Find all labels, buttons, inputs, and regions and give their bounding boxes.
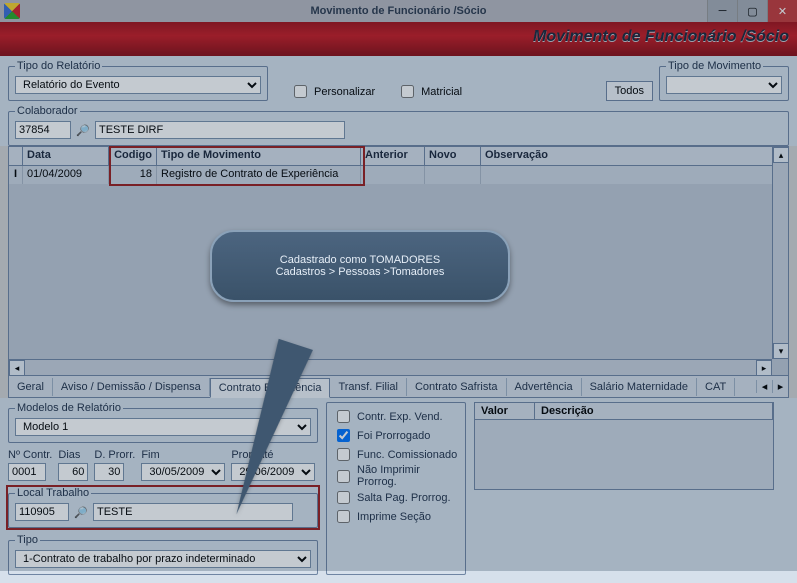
title-bar: Movimento de Funcionário /Sócio ─ ▢ ✕ — [0, 0, 797, 22]
minimize-button[interactable]: ─ — [707, 0, 737, 22]
col-data[interactable]: Data — [23, 147, 109, 165]
salta-pag-prorrog-label: Salta Pag. Prorrog. — [357, 492, 451, 504]
contr-exp-vend-label: Contr. Exp. Vend. — [357, 411, 443, 423]
scroll-right-icon[interactable]: ▸ — [756, 360, 772, 376]
modelos-relatorio-label: Modelos de Relatório — [15, 402, 123, 414]
tab-cat[interactable]: CAT — [697, 378, 735, 396]
col-obs[interactable]: Observação — [481, 147, 788, 165]
matricial-checkbox[interactable] — [401, 85, 414, 98]
tipo-contrato-label: Tipo — [15, 534, 40, 546]
tab-transf-filial[interactable]: Transf. Filial — [330, 378, 407, 396]
func-comissionado-label: Func. Comissionado — [357, 449, 457, 461]
scroll-up-icon[interactable]: ▴ — [773, 147, 789, 163]
callout-bubble: Cadastrado como TOMADORES Cadastros > Pe… — [210, 230, 510, 302]
tab-salario-maternidade[interactable]: Salário Maternidade — [582, 378, 697, 396]
header-subtitle: Movimento de Funcionário /Sócio — [533, 28, 789, 46]
col-novo[interactable]: Novo — [425, 147, 481, 165]
local-trabalho-name-input[interactable] — [93, 503, 293, 521]
dprorr-label: D. Prorr. — [94, 449, 135, 461]
col-descricao[interactable]: Descrição — [535, 403, 773, 419]
cell-obs — [481, 166, 788, 184]
col-tipomov[interactable]: Tipo de Movimento — [157, 147, 361, 165]
tipo-relatorio-select[interactable]: Relatório do Evento — [15, 76, 261, 94]
col-anterior[interactable]: Anterior — [361, 147, 425, 165]
fim-label: Fim — [141, 449, 225, 461]
imprime-secao-label: Imprime Seção — [357, 511, 431, 523]
col-valor[interactable]: Valor — [475, 403, 535, 419]
func-comissionado-checkbox[interactable] — [337, 448, 350, 461]
colaborador-code-input[interactable] — [15, 121, 71, 139]
close-button[interactable]: ✕ — [767, 0, 797, 22]
cell-codigo: 18 — [109, 166, 157, 184]
horizontal-scrollbar[interactable]: ◂ ▸ — [9, 359, 772, 375]
cell-anterior — [361, 166, 425, 184]
contr-exp-vend-checkbox[interactable] — [337, 410, 350, 423]
dias-input[interactable] — [58, 463, 88, 481]
header-band: Movimento de Funcionário /Sócio — [0, 22, 797, 56]
table-row[interactable]: I 01/04/2009 18 Registro de Contrato de … — [9, 166, 788, 184]
row-marker-header — [9, 147, 23, 165]
fim-select[interactable]: 30/05/2009 — [141, 463, 225, 481]
cell-data: 01/04/2009 — [23, 166, 109, 184]
local-trabalho-label: Local Trabalho — [15, 487, 91, 499]
n-contr-input[interactable] — [8, 463, 46, 481]
search-icon[interactable] — [75, 122, 91, 138]
scroll-down-icon[interactable]: ▾ — [773, 343, 789, 359]
valor-descricao-grid: Valor Descrição — [474, 402, 774, 490]
matricial-label: Matricial — [421, 86, 462, 98]
foi-prorrogado-label: Foi Prorrogado — [357, 430, 430, 442]
tab-aviso[interactable]: Aviso / Demissão / Dispensa — [53, 378, 210, 396]
cell-tipomov: Registro de Contrato de Experiência — [157, 166, 361, 184]
tab-geral[interactable]: Geral — [9, 378, 53, 396]
app-icon — [4, 3, 20, 19]
dprorr-input[interactable] — [94, 463, 124, 481]
todos-button[interactable]: Todos — [606, 81, 653, 101]
vertical-scrollbar[interactable]: ▴ ▾ — [772, 147, 788, 359]
tab-contrato-safrista[interactable]: Contrato Safrista — [407, 378, 507, 396]
tipo-relatorio-label: Tipo do Relatório — [15, 60, 102, 72]
n-contr-label: Nº Contr. — [8, 449, 52, 461]
salta-pag-prorrog-checkbox[interactable] — [337, 491, 350, 504]
callout-line1: Cadastrado como TOMADORES — [230, 254, 490, 266]
row-marker: I — [9, 166, 23, 184]
window-title: Movimento de Funcionário /Sócio — [310, 5, 486, 17]
dias-label: Dias — [58, 449, 88, 461]
colaborador-label: Colaborador — [15, 105, 80, 117]
tipo-movimento-select[interactable] — [666, 76, 782, 94]
scroll-left-icon[interactable]: ◂ — [9, 360, 25, 376]
tipo-contrato-select[interactable]: 1-Contrato de trabalho por prazo indeter… — [15, 550, 311, 568]
personalizar-checkbox[interactable] — [294, 85, 307, 98]
foi-prorrogado-checkbox[interactable] — [337, 429, 350, 442]
nao-imprimir-prorrog-label: Não Imprimir Prorrog. — [357, 464, 459, 488]
local-trabalho-code-input[interactable] — [15, 503, 69, 521]
maximize-button[interactable]: ▢ — [737, 0, 767, 22]
tab-bar: Geral Aviso / Demissão / Dispensa Contra… — [8, 376, 789, 398]
tab-scroll-left-icon[interactable]: ◂ — [756, 380, 772, 393]
imprime-secao-checkbox[interactable] — [337, 510, 350, 523]
cell-novo — [425, 166, 481, 184]
tab-advertencia[interactable]: Advertência — [507, 378, 582, 396]
col-codigo[interactable]: Codigo — [109, 147, 157, 165]
search-icon[interactable] — [73, 504, 89, 520]
tipo-movimento-label: Tipo de Movimento — [666, 60, 763, 72]
tab-scroll-right-icon[interactable]: ▸ — [772, 380, 788, 393]
nao-imprimir-prorrog-checkbox[interactable] — [337, 470, 350, 483]
callout-line2: Cadastros > Pessoas >Tomadores — [230, 266, 490, 278]
personalizar-label: Personalizar — [314, 86, 375, 98]
colaborador-name-input[interactable] — [95, 121, 345, 139]
